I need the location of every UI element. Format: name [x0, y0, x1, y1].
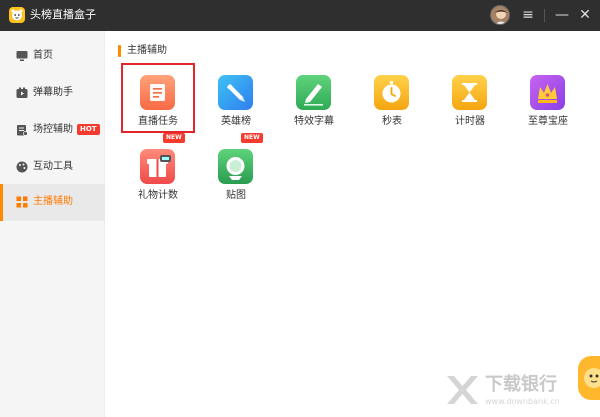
- tool-supreme-throne[interactable]: 至尊宝座: [513, 65, 583, 131]
- tool-live-task[interactable]: 直播任务: [121, 63, 195, 133]
- tool-label: 礼物计数: [138, 190, 178, 201]
- sticker-icon: [218, 149, 253, 184]
- video-icon: [16, 87, 28, 98]
- sidebar-item-label: 主播辅助: [33, 196, 73, 207]
- minimize-icon[interactable]: —: [551, 4, 573, 26]
- tool-gift-counter[interactable]: NEW 礼物计数: [123, 133, 193, 205]
- sidebar-item-home[interactable]: 首页: [0, 38, 105, 75]
- tool-label: 至尊宝座: [528, 116, 568, 127]
- gift-counter-icon: [140, 149, 175, 184]
- section-accent-bar: [118, 45, 121, 57]
- tool-label: 秒表: [382, 116, 402, 127]
- palette-icon: [16, 161, 28, 173]
- section-title: 主播辅助: [127, 45, 167, 56]
- sidebar-item-field-control[interactable]: 场控辅助 HOT: [0, 112, 105, 149]
- watermark-logo-icon: [447, 376, 478, 404]
- tool-timer[interactable]: 计时器: [435, 65, 505, 131]
- site-watermark: 下载银行 www.downbank.cn: [441, 370, 591, 410]
- app-title: 头榜直播盒子: [30, 8, 96, 21]
- app-logo-icon: [9, 7, 25, 23]
- sidebar-item-label: 场控辅助: [33, 124, 73, 135]
- watermark-text: 下载银行: [485, 374, 557, 395]
- new-badge: NEW: [163, 133, 185, 143]
- task-icon: [140, 75, 175, 110]
- tool-label: 直播任务: [138, 116, 178, 127]
- clipboard-icon: [17, 125, 28, 136]
- mascot-float-button[interactable]: [578, 356, 600, 400]
- timer-icon: [452, 75, 487, 110]
- tool-hero-board[interactable]: 英雄榜: [201, 65, 271, 131]
- throne-icon: [530, 75, 565, 110]
- sidebar-item-label: 首页: [33, 50, 53, 61]
- tool-sticker[interactable]: NEW 贴图: [201, 133, 271, 205]
- tool-label: 计时器: [455, 116, 485, 127]
- watermark-url: www.downbank.cn: [485, 397, 560, 406]
- tool-stopwatch[interactable]: 秒表: [357, 65, 427, 131]
- tool-label: 英雄榜: [221, 116, 251, 127]
- main-content: 主播辅助 直播任务 英雄榜 特效字幕 秒表 计时器 至尊宝座 NEW 礼物计数 …: [106, 31, 600, 417]
- sidebar-item-label: 互动工具: [33, 161, 73, 172]
- close-icon[interactable]: ✕: [574, 4, 596, 26]
- hero-icon: [218, 75, 253, 110]
- sidebar: 首页 弹幕助手 场控辅助 HOT 互动工具 主播辅助: [0, 31, 105, 417]
- tool-label: 特效字幕: [294, 116, 334, 127]
- subtitle-icon: [296, 75, 331, 110]
- tool-effect-subtitle[interactable]: 特效字幕: [279, 65, 349, 131]
- tool-label: 贴图: [226, 190, 246, 201]
- new-badge: NEW: [241, 133, 263, 143]
- stopwatch-icon: [374, 75, 409, 110]
- hot-badge: HOT: [77, 124, 100, 135]
- monitor-icon: [16, 51, 28, 61]
- app-window: 头榜直播盒子 ≡ — ✕ 首页 弹幕助手 场控辅助 HOT 互动工具 主播辅助 …: [0, 0, 600, 417]
- user-avatar[interactable]: [490, 5, 510, 25]
- title-bar: 头榜直播盒子 ≡ — ✕: [0, 0, 600, 31]
- sidebar-item-danmu-assistant[interactable]: 弹幕助手: [0, 75, 105, 112]
- menu-icon[interactable]: ≡: [517, 4, 539, 26]
- sidebar-item-label: 弹幕助手: [33, 87, 73, 98]
- sidebar-item-interactive-tools[interactable]: 互动工具: [0, 149, 105, 186]
- grid-icon: [16, 196, 28, 208]
- titlebar-divider: [544, 9, 545, 22]
- sidebar-item-streamer-assist[interactable]: 主播辅助: [0, 184, 105, 221]
